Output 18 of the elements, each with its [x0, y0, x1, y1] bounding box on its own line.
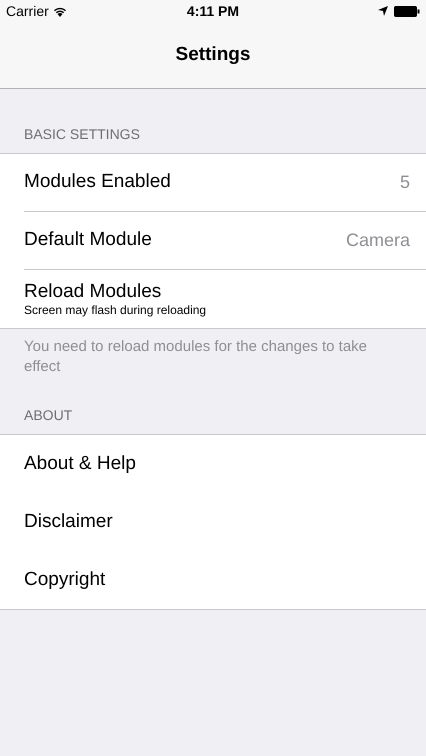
row-value: Camera	[346, 229, 410, 252]
row-label[interactable]: Copyright	[24, 566, 106, 594]
clock-time: 4:11 PM	[186, 2, 240, 20]
battery-icon	[394, 6, 420, 16]
row-label[interactable]: Default Module	[24, 226, 152, 255]
row-label[interactable]: Disclaimer	[24, 508, 113, 536]
row-label[interactable]: Modules Enabled	[24, 168, 171, 197]
section-footer: You need to reload modules for the changes to take effect	[0, 329, 426, 391]
row-value: 5	[400, 171, 410, 194]
nav-title: Settings	[176, 42, 250, 67]
section-header: BASIC SETTINGS	[23, 125, 141, 144]
location-arrow-icon	[378, 6, 388, 16]
carrier-label: Carrier	[6, 2, 49, 20]
section-header: ABOUT	[23, 406, 74, 425]
row-label[interactable]: Reload Modules	[24, 280, 206, 302]
row-subtitle: Screen may flash during reloading	[24, 302, 206, 318]
wifi-icon	[52, 6, 67, 16]
row-label[interactable]: About & Help	[24, 450, 136, 478]
